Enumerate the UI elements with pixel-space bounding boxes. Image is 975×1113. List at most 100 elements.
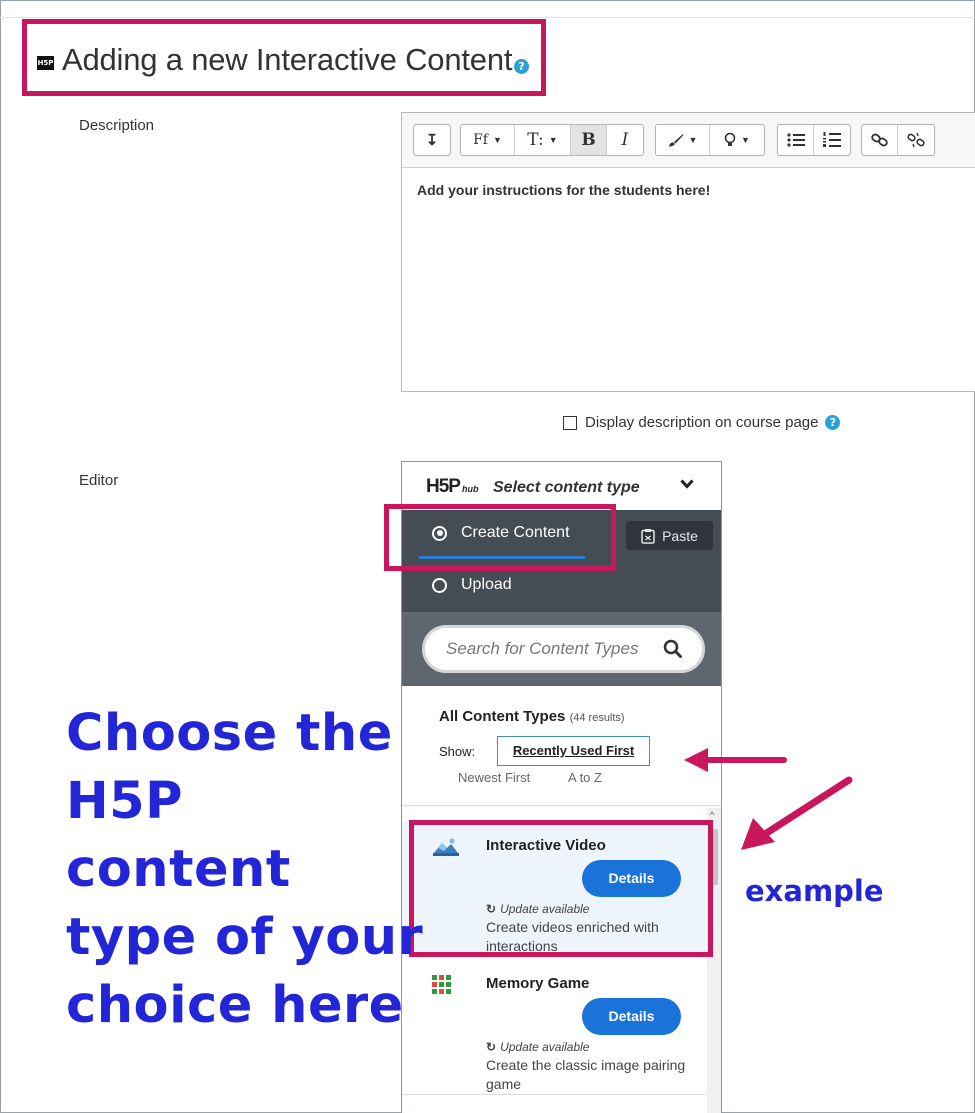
top-divider — [0, 17, 975, 18]
font-family-button[interactable]: Ff ▼ — [461, 125, 515, 155]
content-type-name: Interactive Video — [486, 837, 606, 854]
instruction-annotation: Choose the H5P content type of your choi… — [66, 700, 423, 1040]
tab-create-content[interactable]: Create Content — [432, 524, 570, 542]
update-available-note: ↻ Update available — [486, 902, 589, 916]
brush-button[interactable]: ▼ — [656, 125, 710, 155]
question-icon[interactable]: ? — [514, 59, 529, 74]
font-size-button[interactable]: T: ▼ — [515, 125, 571, 155]
display-description-checkbox[interactable] — [563, 415, 577, 430]
content-type-item-memory-game[interactable]: Memory Game Details ↻ Update available Cr… — [402, 959, 706, 1095]
annotation-line: choice here — [66, 976, 404, 1035]
description-editor: ↧ Ff ▼ T: ▼ B I ▼ ▼ Add your instruction… — [401, 112, 975, 392]
details-button[interactable]: Details — [582, 998, 681, 1035]
details-button[interactable]: Details — [582, 860, 681, 897]
lightbulb-icon — [724, 132, 736, 146]
scroll-up-icon[interactable]: ^ — [710, 810, 714, 820]
toolbar-group-collapse: ↧ — [413, 124, 451, 156]
numbered-list-icon — [823, 132, 841, 147]
toolbar-group-links — [861, 124, 935, 156]
hub-search-area — [402, 612, 721, 686]
description-label: Description — [79, 117, 155, 134]
chevron-down-icon: ▼ — [548, 135, 558, 145]
update-available-note: ↻ Update available — [486, 1040, 589, 1054]
bullet-list-button[interactable] — [778, 125, 814, 155]
toolbar-group-format: Ff ▼ T: ▼ B I — [460, 124, 644, 156]
all-types-label: All Content Types — [439, 708, 566, 725]
h5p-activity-icon: H5P — [37, 56, 54, 70]
collapse-icon: ↧ — [425, 132, 439, 149]
scroll-thumb[interactable] — [710, 829, 718, 885]
sort-recently-used[interactable]: Recently Used First — [497, 736, 650, 766]
clipboard-icon — [641, 528, 655, 544]
content-type-item-interactive-video[interactable]: Interactive Video Details ↻ Update availa… — [402, 821, 706, 957]
annotation-line: content — [66, 840, 291, 899]
h5p-hub-panel: H5P hub Select content type Create Conten… — [401, 461, 722, 1113]
hub-tabs: Create Content Paste Upload — [402, 510, 721, 612]
question-icon[interactable]: ? — [825, 415, 841, 430]
paste-label: Paste — [662, 527, 698, 544]
unlink-button[interactable] — [898, 125, 934, 155]
paintbrush-icon — [668, 134, 684, 147]
italic-icon: I — [621, 130, 629, 150]
content-type-description: Create the classic image pairing game — [486, 1057, 686, 1092]
font-size-icon: T: — [527, 130, 544, 150]
tab-upload[interactable]: Upload — [432, 576, 512, 594]
unlink-icon — [907, 132, 925, 148]
italic-button[interactable]: I — [607, 125, 643, 155]
active-tab-indicator — [419, 556, 585, 559]
display-description-label: Display description on course page — [585, 414, 819, 431]
update-available-text: Update available — [500, 1040, 590, 1054]
list-scrollbar[interactable]: ^ — [707, 808, 721, 1113]
chevron-down-icon: ▼ — [492, 135, 502, 145]
annotation-line: Choose the — [66, 704, 393, 763]
editor-content[interactable]: Add your instructions for the students h… — [417, 182, 710, 198]
hub-logo-sub: hub — [461, 484, 479, 494]
memory-game-icon — [432, 975, 451, 994]
list-item-divider — [402, 1094, 706, 1095]
results-count: (44 results) — [569, 712, 625, 724]
chevron-down-icon[interactable] — [680, 479, 694, 489]
numbered-list-button[interactable] — [814, 125, 850, 155]
editor-toolbar: ↧ Ff ▼ T: ▼ B I ▼ ▼ — [402, 113, 975, 168]
toolbar-group-style: ▼ ▼ — [655, 124, 765, 156]
search-box — [422, 625, 705, 673]
h5p-hub-logo: H5P hub — [426, 476, 478, 498]
link-icon — [870, 133, 888, 147]
update-available-text: Update available — [500, 902, 590, 916]
font-family-icon: Ff — [473, 132, 488, 148]
show-label: Show: — [439, 744, 476, 759]
radio-empty-icon — [432, 577, 447, 593]
toolbar-group-lists — [777, 124, 851, 156]
tab-create-label: Create Content — [461, 524, 570, 541]
display-description-row: Display description on course page ? — [563, 414, 841, 431]
bullet-list-icon — [786, 133, 805, 147]
hub-header-title: Select content type — [493, 479, 640, 496]
bold-icon: B — [581, 130, 596, 150]
content-type-description: Create videos enriched with interactions — [486, 919, 659, 954]
hub-logo-main: H5P — [426, 476, 461, 497]
tab-upload-label: Upload — [461, 576, 512, 593]
bold-button[interactable]: B — [571, 125, 607, 155]
example-annotation: example — [745, 874, 884, 908]
chevron-down-icon: ▼ — [688, 135, 698, 145]
radio-selected-icon — [432, 525, 447, 541]
annotation-line: H5P — [66, 772, 184, 831]
content-type-name: Memory Game — [486, 975, 590, 992]
chevron-down-icon: ▼ — [741, 135, 750, 145]
search-icon[interactable] — [663, 639, 682, 658]
sort-a-to-z[interactable]: A to Z — [568, 770, 602, 785]
refresh-icon: ↻ — [486, 1040, 497, 1054]
editor-label: Editor — [79, 472, 119, 489]
annotation-line: type of your — [66, 908, 424, 967]
interactive-video-icon — [433, 838, 459, 856]
toolbar-collapse-button[interactable]: ↧ — [414, 125, 450, 155]
all-content-types-heading: All Content Types (44 results) — [439, 708, 625, 725]
hub-header[interactable]: H5P hub Select content type — [402, 462, 721, 510]
paste-button[interactable]: Paste — [626, 521, 713, 550]
page-title: Adding a new Interactive Content — [62, 42, 513, 77]
list-divider — [402, 805, 721, 806]
sort-newest-first[interactable]: Newest First — [458, 770, 530, 785]
link-button[interactable] — [862, 125, 898, 155]
search-input[interactable] — [446, 639, 656, 659]
bulb-button[interactable]: ▼ — [710, 125, 764, 155]
